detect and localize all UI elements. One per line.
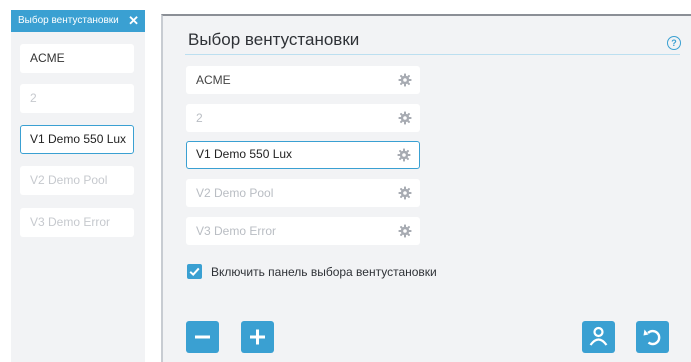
sidebar-header: Выбор вентустановки ✕ <box>11 10 145 32</box>
title-divider <box>185 54 680 55</box>
add-button[interactable] <box>241 321 274 353</box>
plus-icon <box>250 329 265 345</box>
sidebar-item-v1-demo[interactable]: V1 Demo 550 Lux <box>20 125 134 154</box>
unit-label: V3 Demo Error <box>196 224 277 238</box>
minus-icon <box>195 335 210 339</box>
unit-label: 2 <box>196 111 203 125</box>
page-title: Выбор вентустановки <box>188 30 360 49</box>
checkmark-icon <box>189 267 200 277</box>
unit-row-v3-demo[interactable]: V3 Demo Error <box>186 217 420 245</box>
remove-button[interactable] <box>186 321 219 353</box>
sidebar-title: Выбор вентустановки <box>18 15 119 26</box>
reset-button[interactable] <box>636 321 669 353</box>
gear-icon[interactable] <box>398 111 412 125</box>
unit-label: V2 Demo Pool <box>196 186 274 200</box>
user-icon <box>589 326 608 346</box>
sidebar-panel: Выбор вентустановки ✕ ACME 2 V1 Demo 550… <box>11 10 145 362</box>
sidebar-item-v2-demo[interactable]: V2 Demo Pool <box>20 166 134 195</box>
unit-row-v2-demo[interactable]: V2 Demo Pool <box>186 179 420 207</box>
unit-row-acme[interactable]: ACME <box>186 66 420 94</box>
unit-label: ACME <box>196 73 231 87</box>
gear-icon[interactable] <box>398 73 412 87</box>
gear-icon[interactable] <box>397 148 411 162</box>
close-icon[interactable]: ✕ <box>128 10 139 32</box>
unit-row-v1-demo[interactable]: V1 Demo 550 Lux <box>186 141 420 169</box>
sidebar-item-acme[interactable]: ACME <box>20 44 134 73</box>
sidebar-item-2[interactable]: 2 <box>20 84 134 113</box>
enable-panel-label: Включить панель выбора вентустановки <box>211 265 437 279</box>
enable-panel-checkbox[interactable] <box>187 264 202 279</box>
undo-icon <box>643 329 661 346</box>
help-icon[interactable]: ? <box>667 36 681 50</box>
user-button[interactable] <box>582 321 615 353</box>
unit-row-2[interactable]: 2 <box>186 104 420 132</box>
gear-icon[interactable] <box>398 186 412 200</box>
main-panel: Выбор вентустановки ? ACME 2 V1 Demo 550… <box>161 14 691 362</box>
gear-icon[interactable] <box>398 224 412 238</box>
panel-gap <box>145 0 161 362</box>
sidebar-item-v3-demo[interactable]: V3 Demo Error <box>20 208 134 237</box>
unit-label: V1 Demo 550 Lux <box>196 147 293 161</box>
